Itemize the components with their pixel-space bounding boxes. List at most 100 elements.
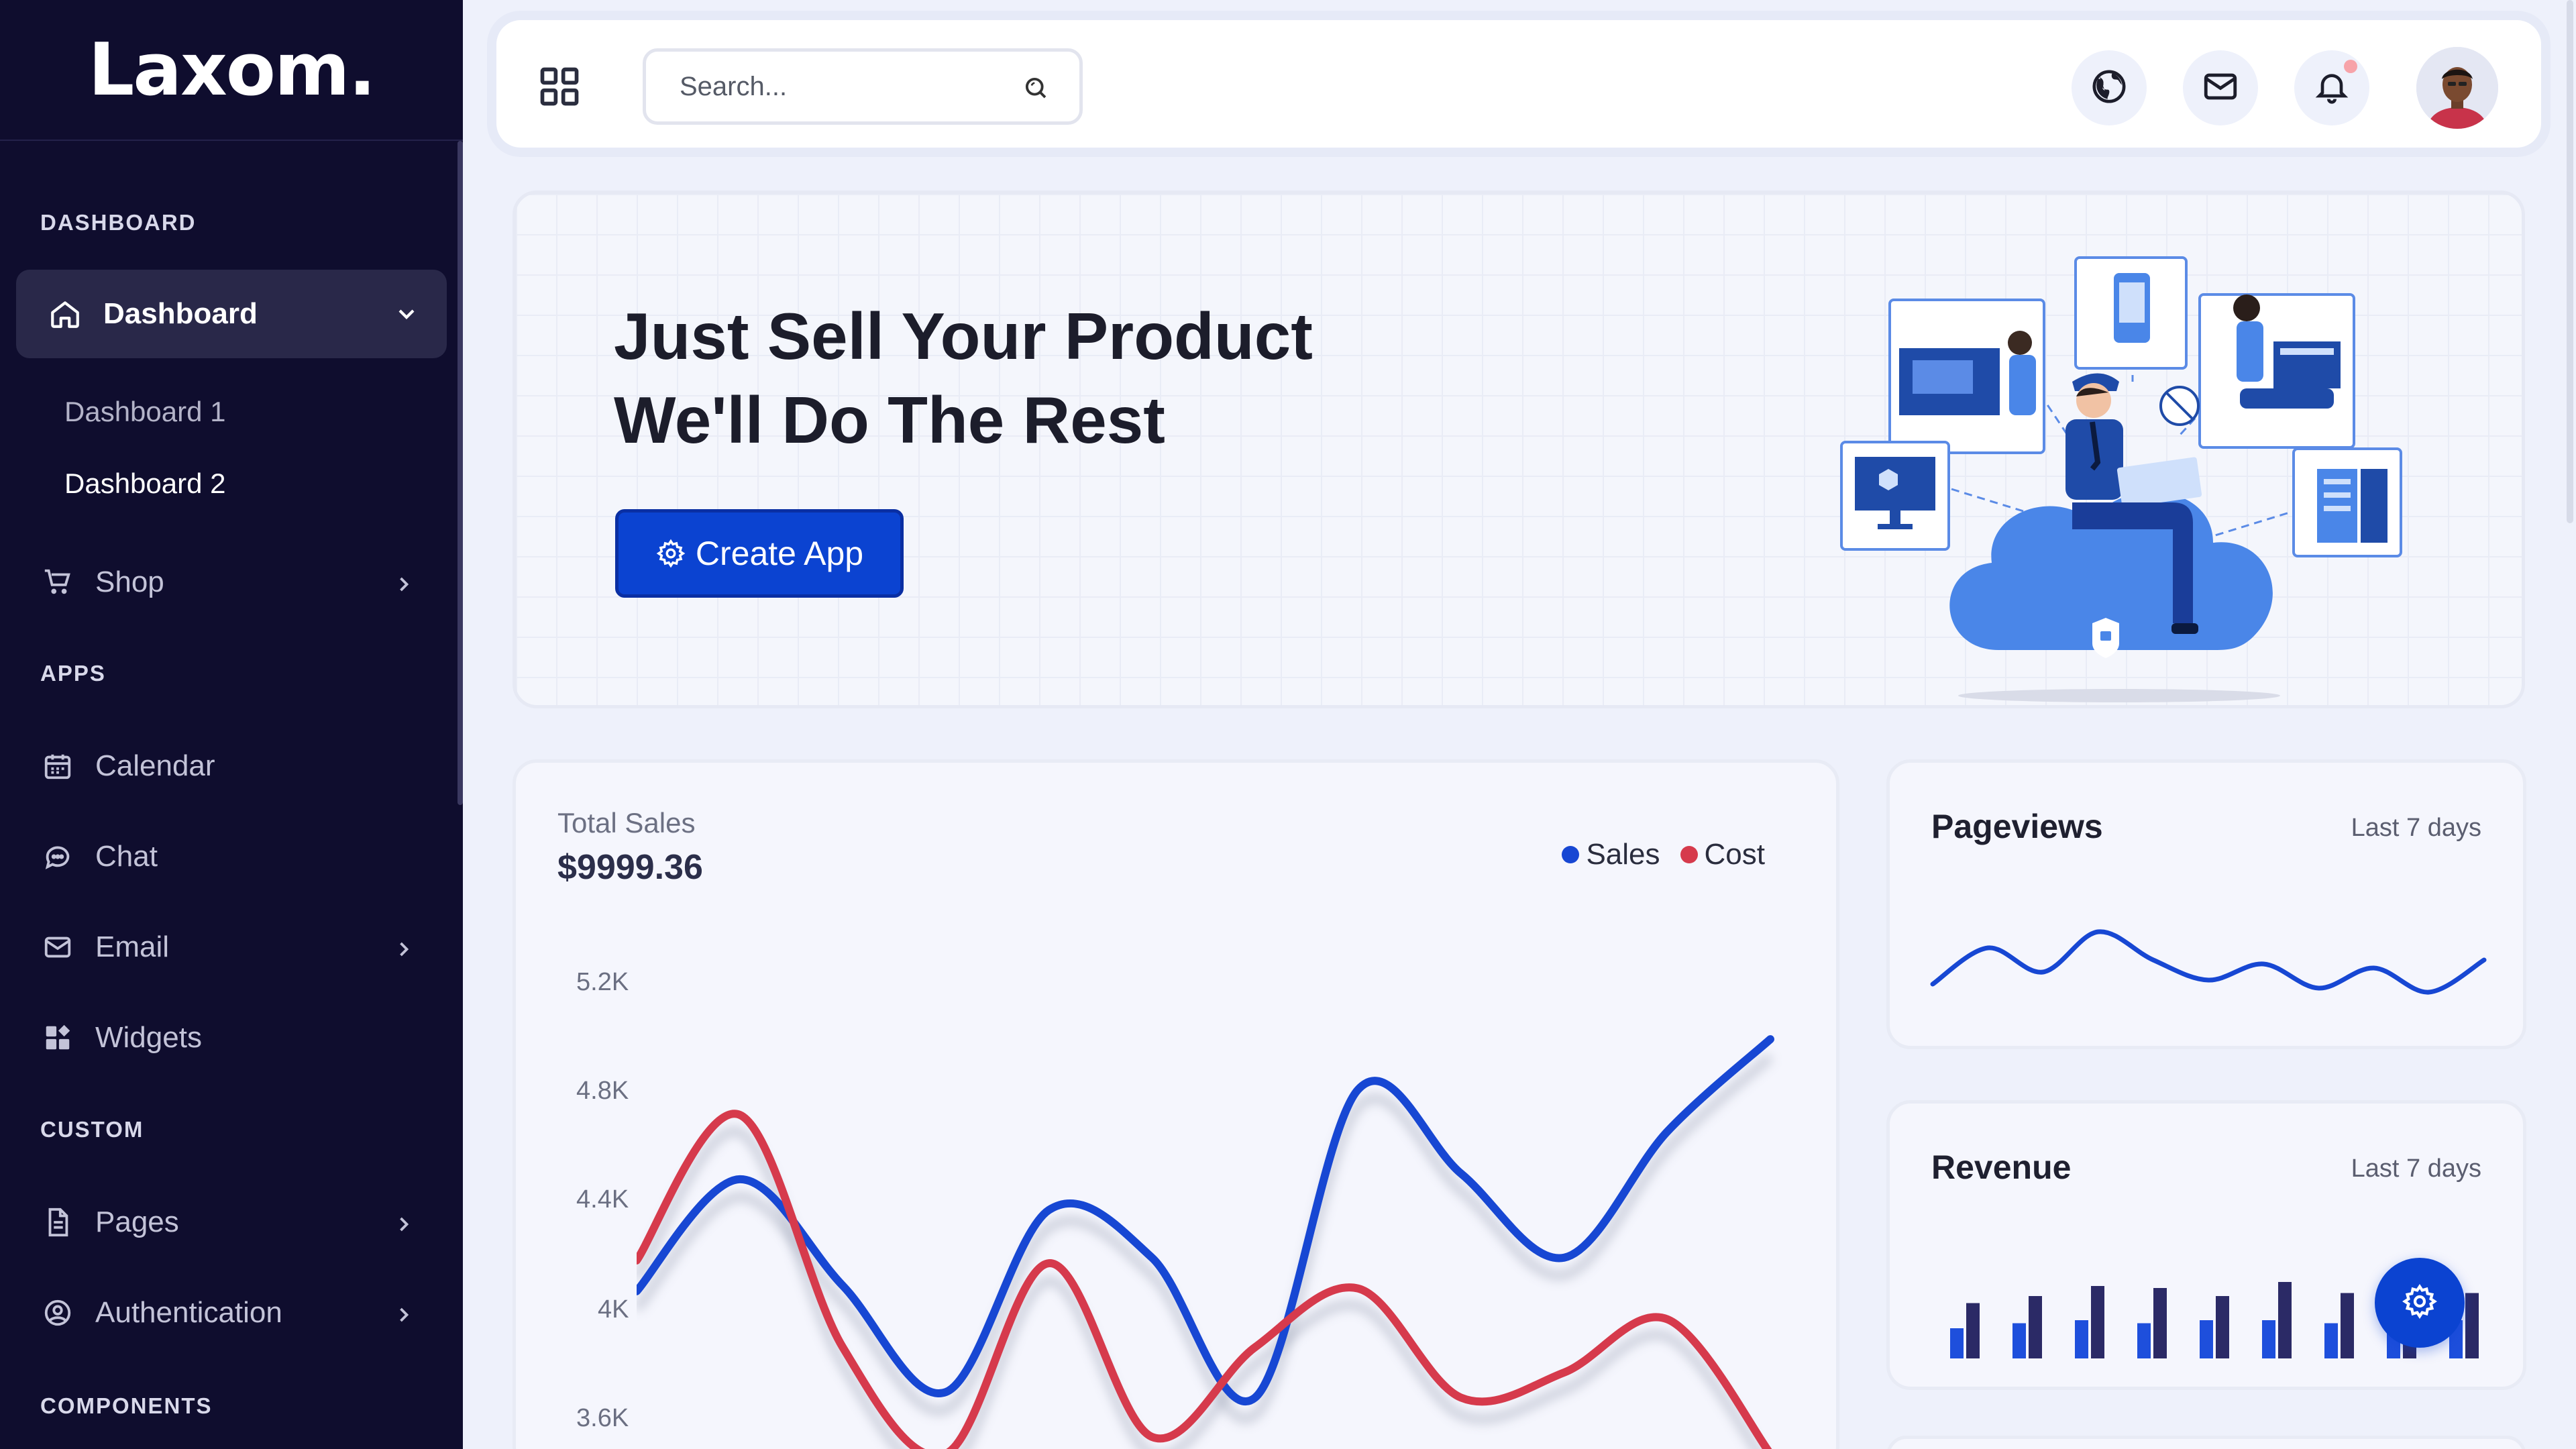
y-tick-label: 4.8K [576,1077,629,1105]
mail-icon [2201,67,2240,109]
revenue-bar[interactable] [2012,1323,2026,1359]
search-box [643,48,1083,125]
y-tick-label: 4K [598,1295,629,1324]
total-sales-label: Total Sales [557,807,696,839]
cloud-support-illustration [1840,256,2402,702]
sidebar-scrollbar[interactable] [458,141,463,805]
document-icon [40,1205,75,1240]
sidebar-item-label: Chat [95,840,158,873]
create-app-button[interactable]: Create App [615,509,904,598]
legend-label-sales: Sales [1586,838,1660,871]
section-title-apps: APPS [40,661,106,686]
sidebar-item-label: Email [95,930,170,963]
section-title-components: COMPONENTS [40,1393,213,1418]
sidebar-item-label: Widgets [95,1021,202,1054]
search-icon[interactable] [1022,74,1050,105]
gear-icon [655,538,686,569]
cart-icon [40,565,75,600]
revenue-bar[interactable] [2216,1296,2229,1358]
next-card [1886,1436,2526,1449]
revenue-bar[interactable] [2465,1293,2479,1359]
chart-legend: Sales Cost [1542,838,1765,871]
hero-banner: Just Sell Your Product We'll Do The Rest… [513,191,2525,708]
notification-dot [2344,60,2357,73]
revenue-bar[interactable] [2153,1288,2167,1358]
settings-fab[interactable] [2375,1258,2465,1348]
revenue-title: Revenue [1931,1148,2072,1186]
mail-button[interactable] [2183,50,2258,125]
sidebar-item-authentication[interactable]: Authentication [40,1279,429,1346]
total-sales-value: $9999.36 [557,848,703,887]
brand-logo[interactable]: Laxom. [0,0,463,141]
sidebar-item-label: Pages [95,1205,179,1238]
revenue-bar[interactable] [2262,1320,2275,1358]
y-tick-label: 4.4K [576,1185,629,1214]
revenue-bar[interactable] [1950,1328,1964,1358]
sidebar-item-calendar[interactable]: Calendar [40,733,429,800]
legend-label-cost: Cost [1704,838,1765,871]
chevron-right-icon [392,570,416,604]
banner-title: Just Sell Your Product We'll Do The Rest [614,294,1313,462]
mail-icon [40,930,75,965]
revenue-bar[interactable] [2341,1293,2354,1359]
grid-icon[interactable] [537,64,582,113]
sidebar-subitem-dashboard-2[interactable]: Dashboard 2 [64,468,226,500]
pageviews-card: Pageviews Last 7 days [1886,759,2526,1049]
widgets-icon [40,1020,75,1055]
pageviews-sparkline [1930,929,2487,995]
sales-line-chart [637,1035,1774,1449]
sidebar-item-dashboard[interactable]: Dashboard [16,270,447,358]
legend-item-sales[interactable]: Sales [1562,838,1660,871]
sidebar-subitem-dashboard-1[interactable]: Dashboard 1 [64,396,226,428]
revenue-bar[interactable] [1966,1303,1980,1359]
avatar[interactable] [2416,47,2498,129]
home-icon [48,295,86,333]
sidebar: Laxom. DASHBOARD Dashboard Dashboard 1 D… [0,0,463,1449]
brand-logo-text: Laxom. [88,28,376,112]
pageviews-period[interactable]: Last 7 days [2351,814,2481,843]
pageviews-title: Pageviews [1931,808,2103,845]
sidebar-item-label: Authentication [95,1296,282,1329]
user-circle-icon [40,1295,75,1330]
globe-icon [2090,68,2128,109]
total-sales-card: Total Sales $9999.36 Sales Cost 5.2K 4.8… [513,759,1839,1449]
notifications-button[interactable] [2294,50,2369,125]
revenue-bar[interactable] [2029,1296,2042,1358]
legend-dot-cost [1680,846,1698,863]
sidebar-item-label: Shop [95,566,164,598]
top-header [496,20,2541,148]
section-title-custom: CUSTOM [40,1117,144,1142]
banner-title-line1: Just Sell Your Product [614,299,1313,373]
bell-icon [2313,68,2351,109]
chevron-right-icon [392,1301,416,1334]
calendar-icon [40,749,75,784]
revenue-bar[interactable] [2324,1323,2338,1359]
revenue-bar[interactable] [2278,1282,2292,1358]
revenue-bar[interactable] [2137,1323,2151,1359]
revenue-bar[interactable] [2200,1320,2213,1358]
chevron-down-icon [393,301,420,335]
sidebar-item-email[interactable]: Email [40,914,429,981]
legend-dot-sales [1562,846,1580,863]
sidebar-item-chat[interactable]: Chat [40,823,429,890]
section-title-dashboard: DASHBOARD [40,210,197,235]
sidebar-item-pages[interactable]: Pages [40,1189,429,1256]
chat-icon [40,839,75,874]
revenue-period[interactable]: Last 7 days [2351,1155,2481,1183]
y-tick-label: 5.2K [576,968,629,996]
revenue-card: Revenue Last 7 days [1886,1100,2526,1390]
banner-title-line2: We'll Do The Rest [614,383,1165,457]
gear-icon [2401,1283,2438,1324]
globe-button[interactable] [2072,50,2147,125]
revenue-bar[interactable] [2075,1320,2088,1358]
page-scrollbar[interactable] [2567,0,2573,523]
sidebar-item-shop[interactable]: Shop [40,549,429,616]
chevron-right-icon [392,935,416,969]
sidebar-item-widgets[interactable]: Widgets [40,1004,429,1071]
legend-item-cost[interactable]: Cost [1680,838,1765,871]
search-input[interactable] [680,71,988,102]
pageviews-line[interactable] [1930,929,2487,995]
sidebar-item-label: Dashboard [103,297,258,330]
revenue-bar[interactable] [2091,1286,2104,1358]
sidebar-item-label: Calendar [95,749,215,782]
